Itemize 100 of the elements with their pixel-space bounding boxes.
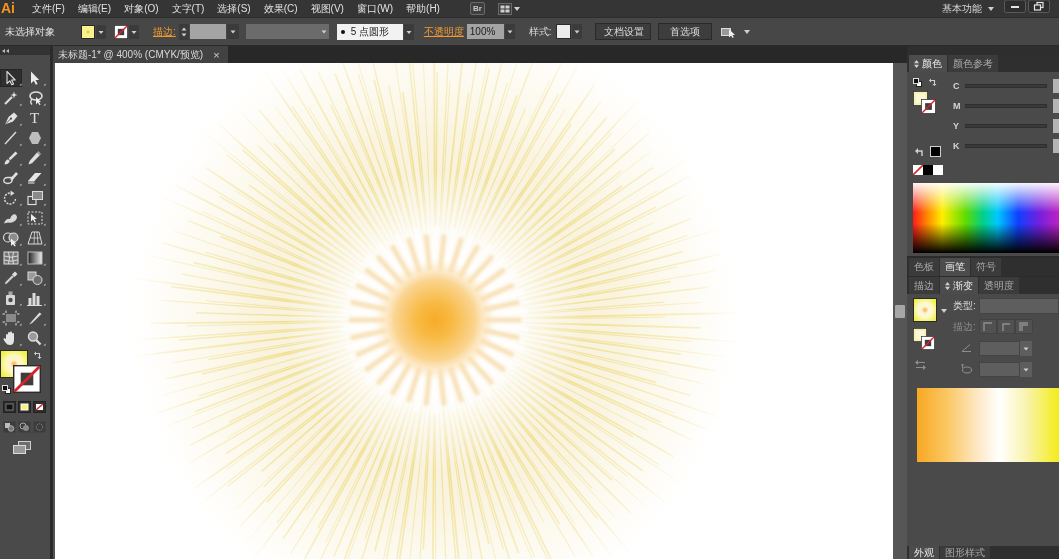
channel-value-field[interactable]	[1053, 99, 1059, 113]
overlap-squares-icon[interactable]	[3, 421, 16, 433]
panel-tab[interactable]: 符号	[971, 258, 1001, 276]
style-swatch-icon[interactable]	[555, 24, 571, 39]
stroke-weight-field[interactable]	[189, 24, 226, 39]
color-swatch-icon[interactable]	[930, 146, 941, 157]
default-colors-icon[interactable]	[2, 385, 11, 394]
caret-icon[interactable]	[988, 6, 994, 11]
caret-icon[interactable]	[743, 29, 750, 34]
menu-item[interactable]: 帮助(H)	[406, 1, 440, 16]
mesh-grid-icon[interactable]	[0, 249, 22, 267]
corner-stroke-icon[interactable]	[979, 319, 997, 334]
gradient-mode-icon[interactable]	[18, 401, 31, 413]
selection-status: 未选择对象	[5, 24, 55, 39]
caret-icon[interactable]	[129, 24, 139, 39]
panel-tab[interactable]: 颜色参考	[948, 55, 998, 72]
channel-value-field[interactable]	[1053, 119, 1059, 133]
caret-icon[interactable]	[96, 24, 106, 39]
stroke-swatch-icon[interactable]	[114, 24, 128, 39]
swap-arrow-icon[interactable]	[929, 78, 937, 86]
box-pointer-icon[interactable]	[720, 25, 736, 38]
restore-icon[interactable]	[1028, 0, 1050, 13]
toolbar-button[interactable]: 首选项	[657, 23, 712, 40]
caret-icon[interactable]	[571, 24, 582, 39]
opacity-link[interactable]: 不透明度	[423, 24, 464, 39]
workspace-switcher[interactable]: 基本功能	[942, 1, 994, 16]
collapse-arrows-icon[interactable]	[2, 48, 9, 53]
panel-tab[interactable]: 色板	[909, 258, 939, 276]
scrollbar-thumb[interactable]	[895, 305, 905, 318]
menu-item[interactable]: 文件(F)	[32, 1, 65, 16]
color-spectrum[interactable]	[913, 183, 1059, 253]
menu-item[interactable]: 编辑(E)	[77, 1, 112, 16]
stroke-swatch-icon[interactable]	[13, 365, 41, 393]
angle-field[interactable]	[979, 340, 1020, 356]
close-tab-button[interactable]: ×	[213, 48, 220, 61]
updown-arrows-icon[interactable]	[914, 59, 919, 68]
aspect-ratio-field[interactable]	[979, 361, 1020, 377]
channel-value-field[interactable]	[1053, 79, 1059, 93]
panel-tab[interactable]: 图形样式	[940, 546, 990, 559]
updown-arrows-icon[interactable]	[945, 281, 950, 290]
corner-stroke-icon[interactable]	[997, 319, 1015, 334]
caret-icon[interactable]	[513, 6, 520, 11]
color-swatch-icon[interactable]	[933, 165, 943, 175]
opacity-field[interactable]: 100%	[466, 24, 504, 39]
none-swatch-icon[interactable]	[913, 165, 923, 175]
crop-marks-icon[interactable]	[0, 309, 22, 327]
menu-item[interactable]: 视图(V)	[310, 1, 344, 16]
caret-icon[interactable]	[1020, 361, 1032, 377]
channel-value-field[interactable]	[1053, 139, 1059, 153]
color-swatch-icon[interactable]	[923, 165, 933, 175]
type-label: 类型:	[953, 299, 977, 313]
bridge-button[interactable]: Br	[469, 2, 485, 15]
toolbar-button[interactable]: 文档设置	[594, 23, 651, 40]
panel-tab[interactable]: 颜色	[909, 55, 947, 72]
stroke-link[interactable]: 描边:	[153, 24, 176, 39]
arrange-documents-icon[interactable]	[497, 2, 512, 15]
corner-arrow-icon[interactable]	[915, 147, 923, 156]
caret-icon[interactable]	[941, 309, 947, 313]
blob-brush-icon[interactable]	[0, 169, 22, 187]
stacked-windows-icon[interactable]	[13, 441, 31, 454]
panel-tab[interactable]: 透明度	[979, 277, 1019, 294]
type-tool-button[interactable]: T	[23, 109, 46, 127]
menu-item[interactable]: 效果(C)	[263, 1, 298, 16]
panel-tab[interactable]: 渐变	[940, 277, 978, 294]
minimize-icon[interactable]	[1004, 0, 1026, 13]
swap-arrow-icon[interactable]	[34, 351, 42, 359]
shape-builder-icon[interactable]	[0, 229, 22, 247]
caret-icon[interactable]	[226, 24, 239, 39]
panel-tab[interactable]: 画笔	[940, 258, 970, 276]
reverse-arrows-icon[interactable]	[915, 360, 926, 370]
default-colors-icon[interactable]	[913, 77, 922, 87]
channel-label: K	[953, 141, 961, 151]
channel-label: Y	[953, 121, 960, 131]
overlap-circles-icon[interactable]	[18, 421, 31, 433]
brush-dropdown[interactable]: 5 点圆形	[336, 23, 403, 40]
brush-dot-icon	[340, 29, 345, 34]
dotted-circle-icon[interactable]	[33, 421, 46, 433]
none-mode-icon[interactable]	[33, 401, 46, 413]
panel-tab[interactable]: 描边	[909, 277, 939, 294]
menu-item[interactable]: 文字(T)	[171, 1, 205, 16]
aspect-ratio-icon	[960, 363, 972, 375]
corner-stroke-icon[interactable]	[1015, 319, 1033, 334]
menu-item[interactable]: 对象(O)	[124, 1, 159, 16]
style-label: 样式:	[528, 24, 552, 39]
menu-item[interactable]: 选择(S)	[217, 1, 251, 16]
menu-item[interactable]: 窗口(W)	[356, 1, 394, 16]
gradient-swatch-icon[interactable]	[913, 298, 937, 322]
caret-icon[interactable]	[504, 24, 515, 39]
fill-swatch-icon[interactable]	[81, 24, 95, 39]
stroke-swatch-icon[interactable]	[921, 99, 936, 114]
color-mode-icon[interactable]	[3, 401, 16, 413]
caret-icon[interactable]	[403, 23, 414, 40]
document-tab[interactable]: 未标题-1* @ 400% (CMYK/预览) ×	[53, 46, 228, 63]
stepper-icon[interactable]	[178, 23, 189, 40]
stroke-swatch-icon[interactable]	[921, 336, 935, 350]
panel-tab[interactable]: 外观	[909, 546, 939, 559]
caret-icon[interactable]	[1020, 340, 1032, 356]
channel-label: M	[953, 101, 962, 111]
angle-icon	[961, 344, 971, 352]
app-logo: Ai	[1, 0, 16, 17]
